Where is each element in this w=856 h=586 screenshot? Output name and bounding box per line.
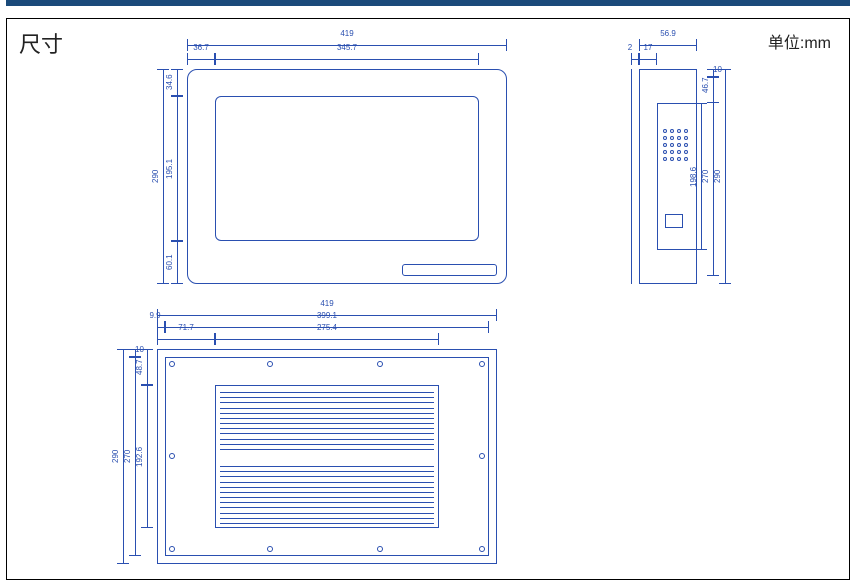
dim-side-h-mount: 270: [707, 77, 719, 276]
heatsink-fins-bottom: [220, 466, 434, 524]
side-port: [665, 214, 683, 228]
dim-value: 399.1: [165, 311, 489, 320]
rear-heatsink: [215, 385, 439, 528]
dim-value: 270: [123, 357, 132, 556]
dim-value: 10: [713, 65, 722, 77]
dim-value: 17: [639, 43, 657, 52]
dim-side-chamfer: 17: [639, 53, 657, 65]
side-view: 56.9 2 17 290 270 198.6: [607, 39, 727, 289]
dim-value: 192.6: [135, 385, 144, 528]
dim-value: 290: [151, 69, 160, 284]
side-front-face: [631, 69, 632, 284]
dim-side-h-edge: 10: [707, 69, 719, 77]
unit-label: 单位:mm: [768, 29, 831, 53]
header-rule: [6, 0, 850, 6]
dim-value: 34.6: [165, 69, 174, 96]
dim-value: 275.4: [215, 323, 439, 332]
dim-value: 195.1: [165, 96, 174, 241]
dim-value: 10: [135, 345, 144, 357]
dim-rear-edge: 10: [129, 349, 141, 357]
dim-value: 290: [111, 349, 120, 564]
dim-side-front-thick: 2: [631, 53, 639, 65]
dim-front-screen-h: 195.1: [171, 96, 183, 241]
dim-rear-heatsink-w: 275.4: [215, 333, 439, 345]
dim-front-bezel-side: 36.7: [187, 53, 215, 65]
dim-side-h-total: 290: [719, 69, 731, 284]
dim-value: 2: [621, 43, 639, 52]
dim-value: 56.9: [639, 29, 697, 38]
dim-rear-heatsink-h: 192.6: [141, 385, 153, 528]
dim-value: 36.7: [187, 43, 215, 52]
heatsink-fins-top: [220, 392, 434, 450]
front-view: 419 36.7 345.7 290 195.1 34.6: [157, 39, 517, 289]
dim-front-screen-w: 345.7: [215, 53, 479, 65]
dim-value: 9.9: [145, 311, 165, 320]
dim-front-bezel-top: 34.6: [171, 69, 183, 96]
dim-value: 419: [187, 29, 507, 38]
dim-value: 60.1: [165, 241, 174, 284]
side-vent-holes: [663, 129, 688, 161]
dim-rear-heatsink-off: 71.7: [157, 333, 215, 345]
front-screen: [215, 96, 479, 241]
drawing-frame: 尺寸 单位:mm 419 36.7 345.7 290: [6, 18, 850, 580]
front-button-row: [402, 264, 497, 276]
dim-value: 345.7: [215, 43, 479, 52]
dim-value: 419: [157, 299, 497, 308]
rear-view: 419 399.1 275.4 9.9 71.7 290: [117, 309, 517, 569]
dim-value: 71.7: [157, 323, 215, 332]
dim-front-bezel-bottom: 60.1: [171, 241, 183, 284]
page-title: 尺寸: [19, 27, 63, 59]
